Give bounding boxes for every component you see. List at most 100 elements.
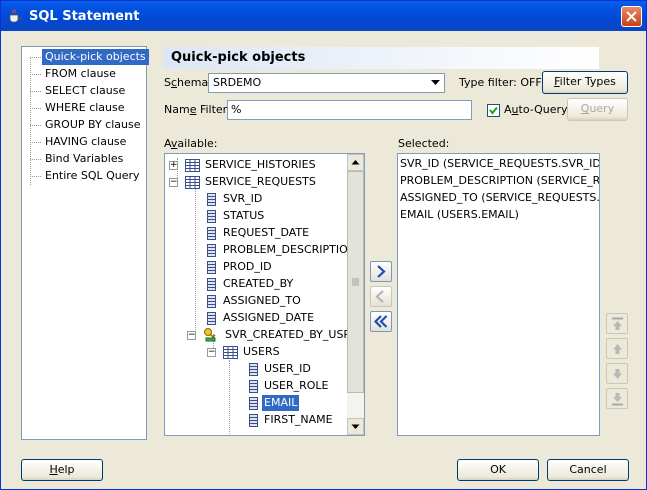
column-icon (207, 227, 216, 240)
close-button[interactable] (621, 6, 642, 27)
auto-query-checkbox[interactable] (487, 104, 500, 117)
selected-list: SVR_ID (SERVICE_REQUESTS.SVR_ID) PROBLEM… (397, 153, 600, 436)
tree-connector (30, 108, 41, 109)
nav-item-select-clause[interactable]: SELECT clause (42, 83, 128, 99)
tree-connector (30, 142, 41, 143)
tree-node-email[interactable]: EMAIL (165, 395, 348, 411)
tree-node-svr-id[interactable]: SVR_ID (165, 191, 348, 207)
tree-node-label: PROD_ID (223, 260, 272, 273)
tree-node-service-requests[interactable]: − SERVICE_REQUESTS (165, 174, 348, 190)
scroll-up-button[interactable] (347, 154, 364, 171)
scroll-thumb[interactable] (347, 171, 364, 393)
title-bar[interactable]: SQL Statement (1, 1, 646, 31)
tree-connector (30, 159, 41, 160)
nav-item-bind-variables[interactable]: Bind Variables (42, 151, 126, 167)
schema-label: Schema: (164, 76, 212, 89)
tree-node-user-id[interactable]: USER_ID (165, 361, 348, 377)
name-filter-input[interactable]: % (227, 100, 472, 120)
schema-value: SRDEMO (213, 76, 262, 89)
help-button[interactable]: Help (21, 459, 103, 481)
column-icon (249, 363, 258, 376)
tree-node-problem-description[interactable]: PROBLEM_DESCRIPTION (165, 242, 356, 258)
tree-node-label: USER_ROLE (264, 379, 329, 392)
column-icon (207, 278, 216, 291)
chevron-left-icon (375, 290, 384, 303)
tree-connector (30, 74, 41, 75)
available-tree-scrollbar[interactable] (347, 154, 364, 435)
tree-node-created-by[interactable]: CREATED_BY (165, 276, 348, 292)
nav-item-from-clause[interactable]: FROM clause (42, 66, 119, 82)
add-selected-button[interactable] (370, 261, 392, 282)
tree-node-first-name[interactable]: FIRST_NAME (165, 412, 348, 428)
cancel-button[interactable]: Cancel (547, 459, 629, 481)
type-filter-status: Type filter: OFF (459, 76, 542, 89)
move-to-top-button[interactable] (606, 313, 628, 334)
chevron-down-icon (431, 80, 440, 85)
expand-icon[interactable]: + (169, 161, 178, 170)
double-chevron-left-icon (373, 315, 388, 328)
tree-node-label: CREATED_BY (223, 277, 294, 290)
list-item[interactable]: SVR_ID (SERVICE_REQUESTS.SVR_ID) (400, 155, 599, 172)
selected-label: Selected: (398, 137, 450, 150)
tree-node-svr-created-by-usr[interactable]: − SVR_CREATED_BY_USR_I (165, 327, 360, 343)
remove-all-button[interactable] (370, 311, 392, 332)
tree-node-assigned-to[interactable]: ASSIGNED_TO (165, 293, 348, 309)
move-bottom-icon (612, 393, 623, 406)
section-title: Quick-pick objects (163, 47, 599, 69)
foreign-key-icon (204, 328, 216, 342)
move-to-bottom-button[interactable] (606, 388, 628, 409)
name-filter-label: Name Filter: (164, 103, 231, 116)
column-icon (207, 193, 216, 206)
tree-node-assigned-date[interactable]: ASSIGNED_DATE (165, 310, 348, 326)
move-down-button[interactable] (606, 363, 628, 384)
tree-node-label: PROBLEM_DESCRIPTION (223, 243, 357, 256)
schema-dropdown[interactable]: SRDEMO (208, 73, 445, 93)
list-item[interactable]: ASSIGNED_TO (SERVICE_REQUESTS.ASS (400, 189, 599, 206)
collapse-icon[interactable]: − (207, 348, 216, 357)
ok-button[interactable]: OK (457, 459, 539, 481)
tree-node-label: ASSIGNED_DATE (223, 311, 315, 324)
tree-node-service-histories[interactable]: + SERVICE_HISTORIES (165, 157, 348, 173)
tree-node-prod-id[interactable]: PROD_ID (165, 259, 348, 275)
table-icon (185, 159, 200, 172)
scroll-down-button[interactable] (347, 418, 364, 435)
column-icon (207, 312, 216, 325)
arrow-down-icon (351, 424, 360, 429)
tree-node-users[interactable]: − USERS (165, 344, 348, 360)
filter-types-button[interactable]: Filter Types (542, 71, 628, 94)
tree-node-label: SVR_ID (223, 192, 263, 205)
tree-node-label: REQUEST_DATE (223, 226, 310, 239)
tree-node-label: SVR_CREATED_BY_USR_I (225, 328, 360, 341)
nav-item-where-clause[interactable]: WHERE clause (42, 100, 128, 116)
collapse-icon[interactable]: − (169, 178, 178, 187)
nav-item-group-by-clause[interactable]: GROUP BY clause (42, 117, 143, 133)
tree-connector (30, 176, 41, 177)
tree-node-label: EMAIL (262, 395, 300, 411)
coffee-cup-icon (9, 8, 22, 23)
list-item[interactable]: PROBLEM_DESCRIPTION (SERVICE_REQU (400, 172, 599, 189)
auto-query-label[interactable]: Auto-Query (504, 103, 568, 116)
column-icon (207, 295, 216, 308)
tree-connector (30, 57, 31, 185)
nav-item-entire-sql-query[interactable]: Entire SQL Query (42, 168, 143, 184)
column-icon (207, 244, 216, 257)
tree-node-label: USER_ID (264, 362, 311, 375)
tree-node-label: ASSIGNED_TO (223, 294, 301, 307)
available-label: Available: (164, 137, 218, 150)
nav-item-quick-pick-objects[interactable]: Quick-pick objects (42, 49, 149, 65)
remove-selected-button[interactable] (370, 286, 392, 307)
column-icon (249, 397, 258, 410)
nav-item-having-clause[interactable]: HAVING clause (42, 134, 129, 150)
tree-node-status[interactable]: STATUS (165, 208, 348, 224)
tree-node-label: FIRST_NAME (264, 413, 333, 426)
query-button[interactable]: Query (567, 98, 628, 121)
sql-statement-dialog: SQL Statement Quick-pick objects FROM cl… (0, 0, 647, 490)
arrow-down-icon (613, 369, 622, 379)
table-icon (223, 346, 238, 359)
tree-node-label: SERVICE_HISTORIES (205, 158, 316, 171)
tree-node-request-date[interactable]: REQUEST_DATE (165, 225, 348, 241)
move-up-button[interactable] (606, 338, 628, 359)
collapse-icon[interactable]: − (187, 331, 196, 340)
tree-node-user-role[interactable]: USER_ROLE (165, 378, 348, 394)
list-item[interactable]: EMAIL (USERS.EMAIL) (400, 206, 519, 223)
